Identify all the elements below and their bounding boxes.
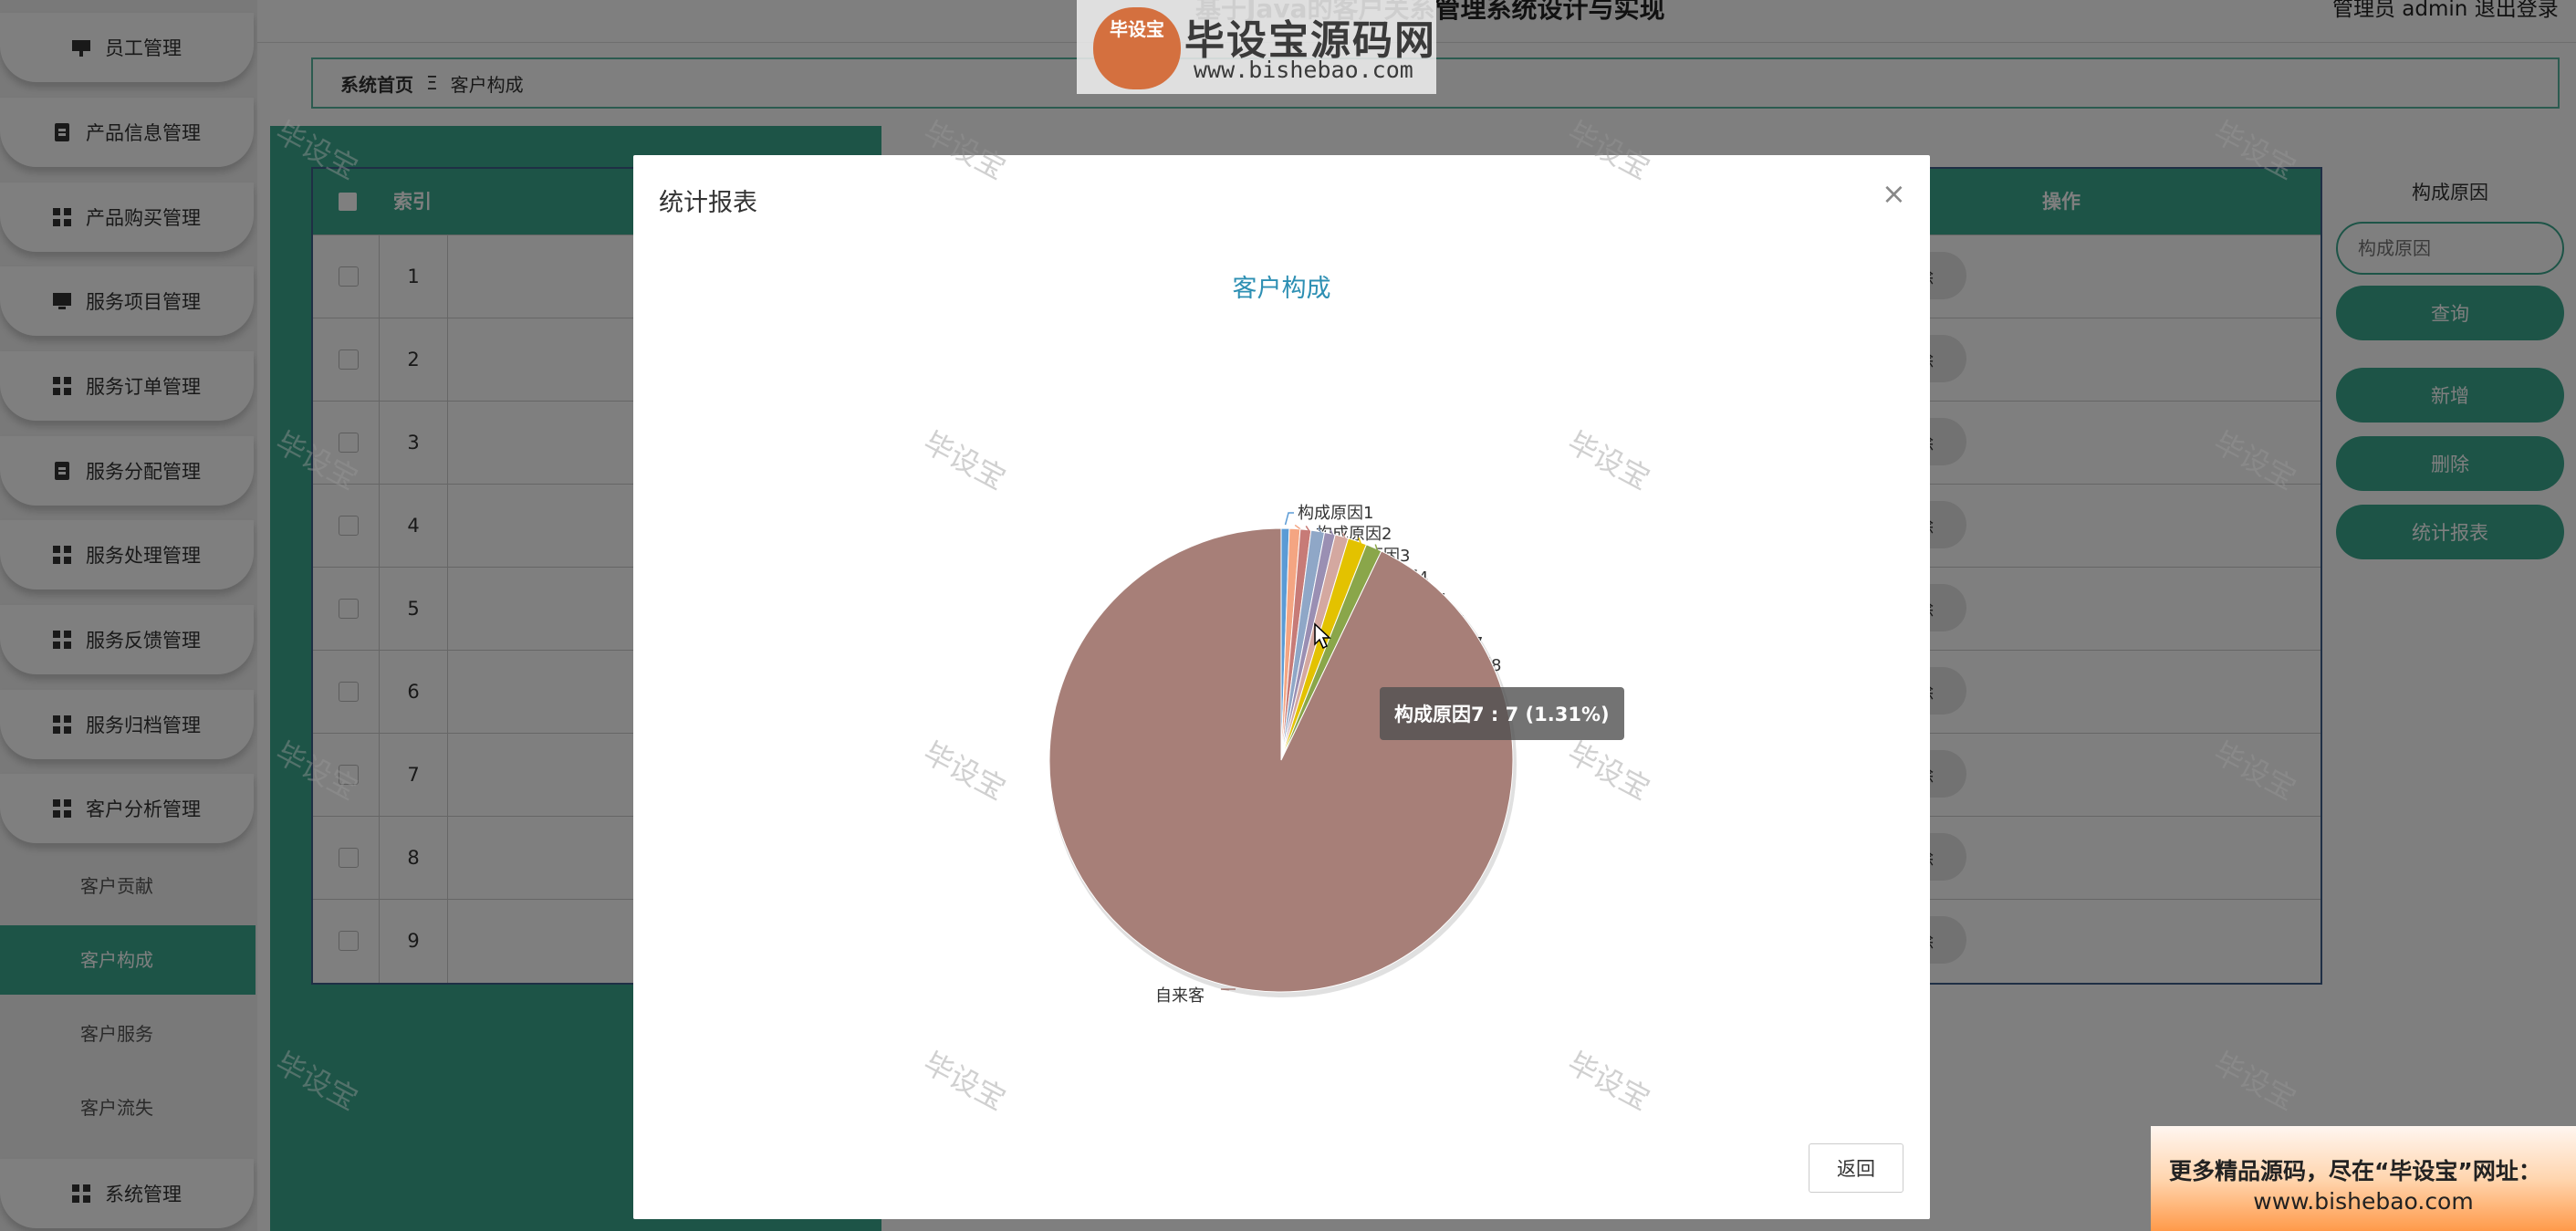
- promo-banner: 更多精品源码，尽在“毕设宝”网址： www.bishebao.com: [2151, 1126, 2576, 1231]
- label-line: [1220, 988, 1236, 991]
- promo-line: 更多精品源码，尽在“毕设宝”网址：: [2169, 1158, 2541, 1184]
- logo-badge: 毕设宝: [1093, 7, 1181, 89]
- slice-label: 构成原因1: [1298, 504, 1373, 523]
- pie-slice[interactable]: [1048, 527, 1514, 993]
- chart-tooltip: 构成原因7 : 7 (1.31%): [1380, 687, 1624, 740]
- logo-url: www.bishebao.com: [1194, 57, 1413, 83]
- report-modal: 统计报表 × 客户构成 构成原因1构成原因2构成原因3构成原因4构成原因5构成原…: [633, 155, 1930, 1219]
- pie-chart: 构成原因1构成原因2构成原因3构成原因4构成原因5构成原因6构成原因7构成原因8…: [1048, 504, 1517, 1006]
- logo-badge-text: 毕设宝: [1110, 18, 1164, 40]
- back-button[interactable]: 返回: [1809, 1143, 1903, 1193]
- slice-label: 自来客: [1155, 986, 1205, 1006]
- label-line: [1284, 512, 1294, 526]
- promo-url: www.bishebao.com: [2253, 1188, 2474, 1215]
- watermark-logo: 毕设宝 毕设宝源码网 www.bishebao.com: [1077, 0, 1436, 94]
